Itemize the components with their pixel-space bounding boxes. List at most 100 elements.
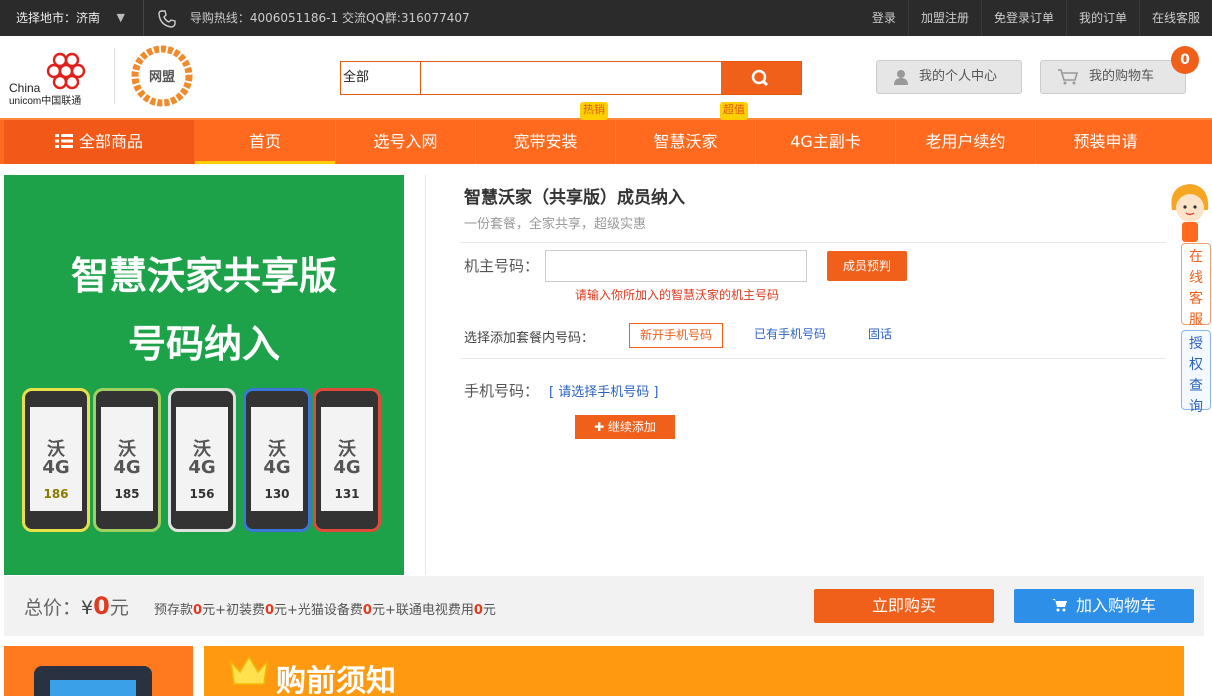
- mascot-icon[interactable]: [1166, 180, 1212, 246]
- price-detail-text: 元+初装费: [202, 603, 265, 618]
- unicom-knot-icon: China unicom中国联通: [9, 52, 86, 107]
- side-service-char: 服: [1189, 312, 1203, 328]
- user-icon: [894, 70, 908, 85]
- price-detail-value: 0: [193, 603, 203, 618]
- search-input[interactable]: [422, 62, 721, 94]
- continue-add-button[interactable]: ✚ 继续添加: [575, 415, 675, 439]
- nav-home[interactable]: 首页: [195, 120, 335, 164]
- my-cart-label: 我的购物车: [1089, 69, 1155, 84]
- wangmeng-ring-icon: 网盟: [131, 45, 193, 107]
- option-landline[interactable]: 固话: [858, 323, 902, 348]
- top-bar: 选择地市：济南 ▼ 导购热线：4006051186-1 交流QQ群:316077…: [0, 0, 1212, 36]
- add-to-cart-button[interactable]: 加入购物车: [1014, 589, 1194, 623]
- nav-renewal[interactable]: 老用户续约: [895, 120, 1035, 164]
- phone-4g-text: 4G: [42, 457, 70, 478]
- my-center-label: 我的个人中心: [919, 69, 998, 84]
- crown-icon: [229, 655, 269, 685]
- total-label: 总价：: [24, 597, 82, 619]
- phone-4g-text: 4G: [188, 457, 216, 478]
- owner-number-input[interactable]: [545, 250, 807, 282]
- china-unicom-logo[interactable]: China unicom中国联通: [8, 50, 108, 107]
- device-thumbnail: [4, 646, 193, 696]
- side-service-char: 客: [1189, 291, 1203, 307]
- purchase-notice-banner: 购前须知: [204, 646, 1184, 699]
- side-auth-char: 授: [1189, 336, 1203, 352]
- divider: [460, 242, 1166, 243]
- search-icon: [751, 69, 769, 87]
- side-auth-query[interactable]: 授 权 查 询: [1181, 330, 1211, 415]
- wangmeng-text: 网盟: [149, 69, 175, 85]
- phone-4g-text: 4G: [113, 457, 141, 478]
- phone-image: 沃 4G 186: [22, 388, 90, 532]
- add-to-cart-label: 加入购物车: [1075, 596, 1156, 615]
- search-button[interactable]: [721, 62, 801, 94]
- register-link[interactable]: 加盟注册: [907, 0, 981, 36]
- phone-4g-text: 4G: [263, 457, 291, 478]
- divider: [460, 358, 1166, 359]
- nav-select-number[interactable]: 选号入网: [335, 120, 475, 164]
- total-unit: 元: [109, 597, 129, 619]
- phone-prefix-text: 185: [114, 487, 140, 501]
- side-service-char: 在: [1189, 249, 1203, 265]
- side-service-char: 线: [1189, 270, 1203, 286]
- phone-image: 沃 4G 156: [168, 388, 236, 532]
- guest-order-link[interactable]: 免登录订单: [980, 0, 1066, 36]
- hotline-text: 导购热线：4006051186-1 交流QQ群:316077407: [189, 11, 470, 25]
- buy-now-button[interactable]: 立即购买: [814, 589, 994, 623]
- banner-title-line2: 号码纳入: [127, 322, 280, 366]
- vertical-divider: [425, 175, 426, 575]
- search-category-select[interactable]: 全部: [341, 62, 421, 94]
- city-selector[interactable]: 选择地市：济南 ▼: [0, 0, 144, 36]
- owner-number-label: 机主号码：: [464, 257, 540, 275]
- price-detail: 预存款0元+初装费0元+光猫设备费0元+联通电视费用0元: [154, 599, 496, 618]
- my-orders-link[interactable]: 我的订单: [1065, 0, 1139, 36]
- price-detail-text: 预存款: [154, 603, 194, 618]
- member-check-button[interactable]: 成员预判: [827, 251, 907, 281]
- nav-all-goods[interactable]: 全部商品: [4, 120, 194, 164]
- mobile-number-label: 手机号码：: [464, 382, 540, 400]
- cart-icon: [1051, 599, 1067, 612]
- nav-smart-home-label: 智慧沃家: [653, 132, 718, 151]
- nav-all-goods-label: 全部商品: [78, 132, 143, 151]
- phone-image: 沃 4G 185: [93, 388, 161, 532]
- banner-title-line1: 智慧沃家共享版: [70, 254, 337, 298]
- logo-divider: [114, 48, 115, 104]
- main-nav: 全部商品 首页 选号入网 宽带安装 热销 智慧沃家 超值 4G主副卡 老用户续约…: [0, 102, 1212, 164]
- product-banner: 智慧沃家共享版 号码纳入 沃 4G 186 沃 4G 185 沃 4G 156 沃 4G 130 沃 4G…: [4, 175, 404, 575]
- total-price: 总价：¥0元: [24, 592, 129, 620]
- nav-broadband[interactable]: 宽带安装 热销: [475, 102, 615, 164]
- search-box: 全部: [340, 61, 802, 95]
- product-subtitle: 一份套餐，全家共享，超级实惠: [464, 217, 647, 232]
- side-online-service[interactable]: 在 线 客 服: [1181, 243, 1211, 328]
- hotline: 导购热线：4006051186-1 交流QQ群:316077407: [158, 0, 470, 36]
- phone-prefix-text: 131: [334, 487, 360, 501]
- my-center-button[interactable]: 我的个人中心: [876, 60, 1022, 94]
- my-cart-button[interactable]: 我的购物车: [1040, 60, 1186, 94]
- nav-preinstall[interactable]: 预装申请: [1035, 120, 1175, 164]
- side-auth-char: 查: [1189, 378, 1203, 394]
- phone-image: 沃 4G 131: [313, 388, 381, 532]
- phone-screen: 沃 4G 130: [251, 407, 303, 511]
- hot-tag: 热销: [580, 102, 608, 120]
- online-service-link[interactable]: 在线客服: [1138, 0, 1212, 36]
- chevron-down-icon[interactable]: ▼: [117, 0, 125, 36]
- wangmeng-logo[interactable]: 网盟: [130, 44, 194, 108]
- login-link[interactable]: 登录: [860, 0, 908, 36]
- logo-unicom-text: unicom中国联通: [9, 94, 81, 106]
- pick-mobile-link[interactable]: [ 请选择手机号码 ]: [549, 381, 658, 400]
- side-auth-char: 权: [1189, 357, 1203, 373]
- nav-smart-home[interactable]: 智慧沃家 超值: [615, 102, 755, 164]
- city-label: 选择地市：济南: [16, 11, 101, 25]
- phone-image: 沃 4G 130: [243, 388, 311, 532]
- side-auth-char: 询: [1189, 399, 1203, 415]
- cart-icon: [1058, 69, 1079, 85]
- option-existing-mobile[interactable]: 已有手机号码: [744, 323, 836, 348]
- phone-screen: 沃 4G 186: [30, 407, 82, 511]
- nav-broadband-label: 宽带安装: [513, 132, 578, 151]
- nav-4g-card[interactable]: 4G主副卡: [755, 120, 895, 164]
- cart-count-badge: 0: [1171, 46, 1199, 74]
- option-new-mobile[interactable]: 新开手机号码: [629, 323, 723, 348]
- purchase-notice-title: 购前须知: [276, 664, 396, 699]
- price-detail-value: 0: [362, 603, 372, 618]
- grid-menu-icon: [54, 134, 73, 148]
